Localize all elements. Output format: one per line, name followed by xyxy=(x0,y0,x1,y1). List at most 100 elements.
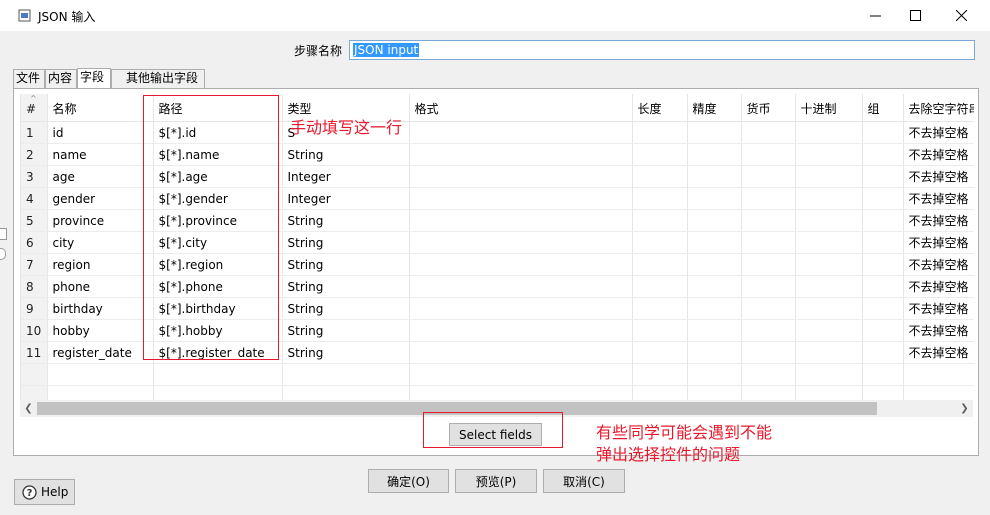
length-cell[interactable] xyxy=(632,231,688,254)
decimal-cell[interactable] xyxy=(795,275,863,298)
name-cell[interactable]: province xyxy=(47,209,154,232)
length-cell[interactable] xyxy=(632,165,688,188)
tab-content[interactable]: 内容 xyxy=(45,69,77,88)
precision-cell[interactable] xyxy=(687,209,742,232)
empty-cell[interactable] xyxy=(409,385,633,400)
type-cell[interactable]: Integer xyxy=(282,165,410,188)
currency-cell[interactable] xyxy=(741,231,796,254)
type-cell[interactable]: String xyxy=(282,341,410,364)
empty-cell[interactable] xyxy=(862,385,904,400)
decimal-cell[interactable] xyxy=(795,187,863,210)
empty-table-row[interactable] xyxy=(21,363,974,386)
type-cell[interactable]: String xyxy=(282,319,410,342)
decimal-cell[interactable] xyxy=(795,165,863,188)
length-cell[interactable] xyxy=(632,275,688,298)
format-cell[interactable] xyxy=(409,165,633,188)
currency-cell[interactable] xyxy=(741,165,796,188)
precision-cell[interactable] xyxy=(687,297,742,320)
column-header-trim[interactable]: 去除空字符串 xyxy=(903,94,974,122)
name-cell[interactable]: city xyxy=(47,231,154,254)
empty-cell[interactable] xyxy=(153,363,283,386)
column-header-length[interactable]: 长度 xyxy=(632,94,688,122)
decimal-cell[interactable] xyxy=(795,253,863,276)
empty-cell[interactable] xyxy=(795,363,863,386)
decimal-cell[interactable] xyxy=(795,231,863,254)
format-cell[interactable] xyxy=(409,231,633,254)
empty-cell[interactable] xyxy=(47,363,154,386)
empty-cell[interactable] xyxy=(903,385,974,400)
empty-cell[interactable] xyxy=(21,363,48,386)
group-cell[interactable] xyxy=(862,253,904,276)
currency-cell[interactable] xyxy=(741,275,796,298)
type-cell[interactable]: String xyxy=(282,275,410,298)
tab-fields[interactable]: 字段 xyxy=(77,68,111,89)
type-cell[interactable]: String xyxy=(282,253,410,276)
currency-cell[interactable] xyxy=(741,297,796,320)
empty-cell[interactable] xyxy=(282,363,410,386)
empty-cell[interactable] xyxy=(687,385,742,400)
column-header-decimal[interactable]: 十进制 xyxy=(795,94,863,122)
maximize-button[interactable] xyxy=(892,0,938,31)
help-button[interactable]: ? Help xyxy=(14,479,75,505)
type-cell[interactable]: String xyxy=(282,143,410,166)
name-cell[interactable]: gender xyxy=(47,187,154,210)
scroll-right-icon[interactable]: ❯ xyxy=(956,400,973,417)
format-cell[interactable] xyxy=(409,187,633,210)
currency-cell[interactable] xyxy=(741,121,796,144)
empty-cell[interactable] xyxy=(21,385,48,400)
group-cell[interactable] xyxy=(862,319,904,342)
decimal-cell[interactable] xyxy=(795,143,863,166)
trim-cell[interactable]: 不去掉空格 xyxy=(903,297,974,320)
empty-cell[interactable] xyxy=(47,385,154,400)
format-cell[interactable] xyxy=(409,319,633,342)
precision-cell[interactable] xyxy=(687,275,742,298)
name-cell[interactable]: id xyxy=(47,121,154,144)
name-cell[interactable]: name xyxy=(47,143,154,166)
currency-cell[interactable] xyxy=(741,143,796,166)
column-header-number[interactable]: ^ # xyxy=(21,94,48,122)
close-button[interactable] xyxy=(938,0,984,31)
precision-cell[interactable] xyxy=(687,143,742,166)
decimal-cell[interactable] xyxy=(795,121,863,144)
trim-cell[interactable]: 不去掉空格 xyxy=(903,209,974,232)
format-cell[interactable] xyxy=(409,297,633,320)
type-cell[interactable]: String xyxy=(282,297,410,320)
length-cell[interactable] xyxy=(632,209,688,232)
trim-cell[interactable]: 不去掉空格 xyxy=(903,143,974,166)
group-cell[interactable] xyxy=(862,231,904,254)
format-cell[interactable] xyxy=(409,209,633,232)
column-header-precision[interactable]: 精度 xyxy=(687,94,742,122)
format-cell[interactable] xyxy=(409,121,633,144)
step-name-input[interactable]: JSON input xyxy=(349,40,975,60)
decimal-cell[interactable] xyxy=(795,319,863,342)
trim-cell[interactable]: 不去掉空格 xyxy=(903,253,974,276)
decimal-cell[interactable] xyxy=(795,209,863,232)
format-cell[interactable] xyxy=(409,253,633,276)
precision-cell[interactable] xyxy=(687,253,742,276)
length-cell[interactable] xyxy=(632,341,688,364)
tab-file[interactable]: 文件 xyxy=(13,69,45,88)
group-cell[interactable] xyxy=(862,209,904,232)
type-cell[interactable]: String xyxy=(282,231,410,254)
currency-cell[interactable] xyxy=(741,209,796,232)
trim-cell[interactable]: 不去掉空格 xyxy=(903,165,974,188)
name-cell[interactable]: age xyxy=(47,165,154,188)
cancel-button[interactable]: 取消(C) xyxy=(543,469,625,493)
group-cell[interactable] xyxy=(862,187,904,210)
preview-button[interactable]: 预览(P) xyxy=(455,469,537,493)
trim-cell[interactable]: 不去掉空格 xyxy=(903,275,974,298)
empty-cell[interactable] xyxy=(632,385,688,400)
length-cell[interactable] xyxy=(632,297,688,320)
decimal-cell[interactable] xyxy=(795,341,863,364)
precision-cell[interactable] xyxy=(687,121,742,144)
group-cell[interactable] xyxy=(862,297,904,320)
empty-cell[interactable] xyxy=(282,385,410,400)
name-cell[interactable]: phone xyxy=(47,275,154,298)
currency-cell[interactable] xyxy=(741,319,796,342)
column-header-currency[interactable]: 货币 xyxy=(741,94,796,122)
trim-cell[interactable]: 不去掉空格 xyxy=(903,121,974,144)
currency-cell[interactable] xyxy=(741,253,796,276)
empty-cell[interactable] xyxy=(153,385,283,400)
empty-cell[interactable] xyxy=(795,385,863,400)
type-cell[interactable]: Integer xyxy=(282,187,410,210)
